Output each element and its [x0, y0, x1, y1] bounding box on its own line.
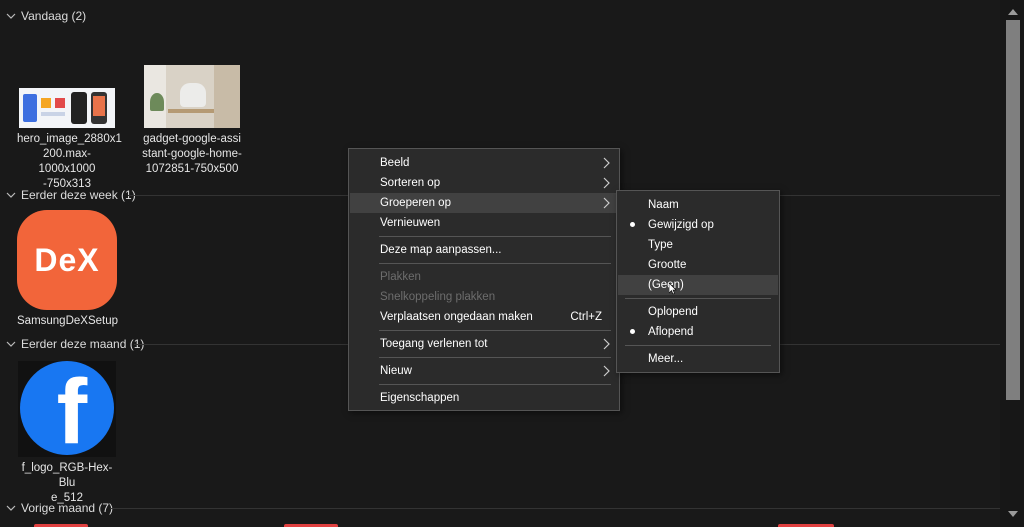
menu-separator	[379, 357, 611, 358]
facebook-logo-text: f	[56, 361, 88, 455]
menu-item-sorteren[interactable]: Sorteren op	[350, 173, 618, 193]
scroll-up-icon[interactable]	[1008, 8, 1018, 16]
scroll-thumb[interactable]	[1006, 20, 1020, 400]
file-item-samsung-dex[interactable]: DeX SamsungDeXSetup	[17, 210, 119, 329]
file-name-line: hero_image_2880x1	[17, 133, 122, 145]
menu-item-beeld[interactable]: Beeld	[350, 153, 618, 173]
menu-item-eigenschappen[interactable]: Eigenschappen	[350, 388, 618, 408]
dex-logo-text: DeX	[34, 241, 100, 278]
submenu-item-aflopend[interactable]: Aflopend	[618, 322, 778, 342]
menu-separator	[379, 236, 611, 237]
file-name-line: -750x313	[43, 178, 91, 190]
chevron-right-icon	[603, 197, 610, 209]
menu-item-label: Deze map aanpassen...	[380, 244, 502, 256]
menu-separator	[379, 330, 611, 331]
menu-separator	[379, 263, 611, 264]
menu-item-shortcut: Ctrl+Z	[570, 311, 602, 323]
group-header-month[interactable]: Eerder deze maand (1)	[6, 336, 144, 352]
file-name-line: f_logo_RGB-Hex-Blu	[21, 462, 113, 489]
thumbnail-image	[19, 88, 115, 128]
file-name-line: SamsungDeXSetup	[17, 315, 119, 327]
menu-item-label: Toegang verlenen tot	[380, 338, 488, 350]
vertical-scrollbar[interactable]	[1000, 0, 1024, 527]
file-name-line: stant-google-home-	[142, 148, 242, 160]
menu-item-label: Beeld	[380, 157, 410, 169]
facebook-logo-icon: f	[18, 361, 116, 457]
file-item-hero-image[interactable]: hero_image_2880x1 200.max-1000x1000 -750…	[17, 88, 122, 192]
menu-item-label: Gewijzigd op	[648, 219, 714, 231]
submenu-item-meer[interactable]: Meer...	[618, 349, 778, 369]
thumbnail-image	[144, 65, 240, 128]
menu-item-toegang[interactable]: Toegang verlenen tot	[350, 334, 618, 354]
chevron-down-icon	[6, 13, 16, 19]
menu-item-label: Groeperen op	[380, 197, 451, 209]
menu-item-label: Vernieuwen	[380, 217, 441, 229]
submenu-item-grootte[interactable]: Grootte	[618, 255, 778, 275]
group-header-today[interactable]: Vandaag (2)	[6, 8, 86, 24]
chevron-down-icon	[6, 192, 16, 198]
scroll-down-icon[interactable]	[1008, 510, 1018, 518]
menu-item-label: Oplopend	[648, 306, 698, 318]
menu-item-label: Snelkoppeling plakken	[380, 291, 496, 303]
file-name-line: gadget-google-assi	[143, 133, 241, 145]
submenu-groeperen: Naam Gewijzigd op Type Grootte (Geen) Op…	[616, 190, 780, 373]
chevron-right-icon	[603, 157, 610, 169]
file-name-line: 200.max-1000x1000	[38, 148, 96, 175]
submenu-item-geen[interactable]: (Geen)	[618, 275, 778, 295]
context-menu: Beeld Sorteren op Groeperen op Vernieuwe…	[348, 148, 620, 411]
menu-item-label: Eigenschappen	[380, 392, 460, 404]
chevron-down-icon	[6, 505, 16, 511]
group-title-month: Eerder deze maand (1)	[21, 337, 145, 351]
chevron-down-icon	[6, 341, 16, 347]
submenu-item-naam[interactable]: Naam	[618, 195, 778, 215]
menu-item-map-aanpassen[interactable]: Deze map aanpassen...	[350, 240, 618, 260]
menu-item-label: Sorteren op	[380, 177, 441, 189]
menu-item-label: Verplaatsen ongedaan maken	[380, 311, 533, 323]
menu-item-label: Nieuw	[380, 365, 412, 377]
chevron-right-icon	[603, 365, 610, 377]
menu-item-label: Aflopend	[648, 326, 694, 338]
dex-app-icon: DeX	[17, 210, 117, 310]
file-item-gadget-google[interactable]: gadget-google-assi stant-google-home- 10…	[142, 65, 242, 177]
radio-bullet-icon	[630, 329, 635, 334]
chevron-right-icon	[603, 338, 610, 350]
menu-item-nieuw[interactable]: Nieuw	[350, 361, 618, 381]
file-name-line: e_512	[51, 492, 83, 504]
file-item-facebook-logo[interactable]: f f_logo_RGB-Hex-Blu e_512	[17, 361, 117, 506]
menu-item-label: Type	[648, 239, 673, 251]
mouse-cursor-icon	[669, 283, 677, 295]
menu-item-label: Naam	[648, 199, 679, 211]
submenu-item-type[interactable]: Type	[618, 235, 778, 255]
menu-item-label: Plakken	[380, 271, 421, 283]
menu-item-ongedaan-maken[interactable]: Verplaatsen ongedaan maken Ctrl+Z	[350, 307, 618, 327]
menu-separator	[379, 384, 611, 385]
group-title-today: Vandaag (2)	[21, 9, 87, 23]
menu-item-label: Grootte	[648, 259, 687, 271]
radio-bullet-icon	[630, 222, 635, 227]
submenu-item-oplopend[interactable]: Oplopend	[618, 302, 778, 322]
file-name-line: 1072851-750x500	[145, 163, 239, 175]
menu-item-snelkoppeling-plakken: Snelkoppeling plakken	[350, 287, 618, 307]
menu-item-plakken: Plakken	[350, 267, 618, 287]
submenu-item-gewijzigd[interactable]: Gewijzigd op	[618, 215, 778, 235]
group-divider	[110, 508, 1000, 509]
menu-item-label: (Geen)	[648, 279, 684, 291]
menu-separator	[625, 345, 771, 346]
menu-item-groeperen[interactable]: Groeperen op	[350, 193, 618, 213]
menu-separator	[625, 298, 771, 299]
menu-item-label: Meer...	[648, 353, 684, 365]
chevron-right-icon	[603, 177, 610, 189]
menu-item-vernieuwen[interactable]: Vernieuwen	[350, 213, 618, 233]
